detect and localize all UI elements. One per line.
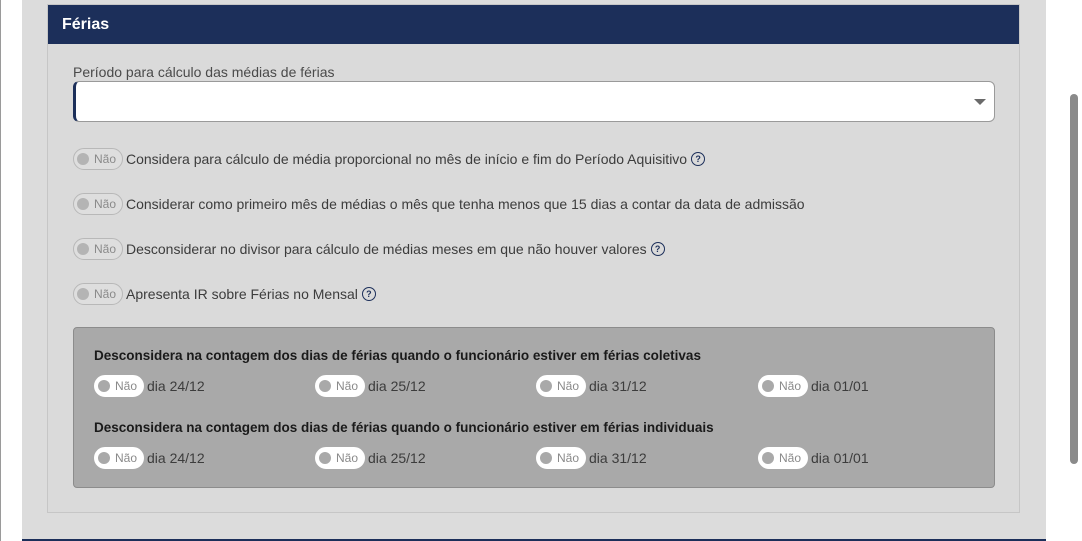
toggle-label: Não (336, 379, 359, 393)
individual-title: Desconsidera na contagem dos dias de fér… (94, 420, 714, 435)
collective-item-label: dia 31/12 (589, 378, 647, 394)
collective-toggle[interactable]: Não (315, 375, 365, 397)
option-text: Considera para cálculo de média proporci… (126, 151, 688, 167)
toggle-label: Não (94, 197, 117, 211)
toggle-label: Não (557, 451, 580, 465)
toggle-knob (77, 288, 89, 300)
collective-item: Não dia 24/12 (94, 375, 205, 397)
toggle-knob (762, 380, 774, 392)
period-field-label: Período para cálculo das médias de féria… (73, 64, 335, 80)
toggle-label: Não (779, 379, 802, 393)
option-toggle[interactable]: Não (73, 193, 123, 215)
option-toggle[interactable]: Não (73, 238, 123, 260)
toggle-knob (77, 153, 89, 165)
window-left-border (0, 0, 1, 541)
collective-item-label: dia 25/12 (368, 378, 426, 394)
option-row: Não Considerar como primeiro mês de médi… (73, 193, 805, 215)
help-icon[interactable]: ? (361, 287, 376, 301)
toggle-knob (98, 380, 110, 392)
individual-item-label: dia 24/12 (147, 450, 205, 466)
option-row: Não Apresenta IR sobre Férias no Mensal … (73, 283, 376, 305)
collective-item-label: dia 01/01 (811, 378, 869, 394)
help-icon[interactable]: ? (691, 152, 706, 166)
collective-toggle[interactable]: Não (536, 375, 586, 397)
toggle-knob (540, 380, 552, 392)
toggle-knob (319, 452, 331, 464)
individual-item-label: dia 01/01 (811, 450, 869, 466)
individual-toggle[interactable]: Não (758, 447, 808, 469)
collective-item: Não dia 25/12 (315, 375, 426, 397)
holiday-exclusion-panel: Desconsidera na contagem dos dias de fér… (73, 327, 995, 488)
collective-title: Desconsidera na contagem dos dias de fér… (94, 348, 701, 363)
toggle-knob (77, 198, 89, 210)
individual-toggle[interactable]: Não (315, 447, 365, 469)
collective-item-label: dia 24/12 (147, 378, 205, 394)
option-text: Desconsiderar no divisor para cálculo de… (126, 241, 647, 257)
toggle-label: Não (336, 451, 359, 465)
option-row: Não Desconsiderar no divisor para cálcul… (73, 238, 665, 260)
collective-item: Não dia 01/01 (758, 375, 869, 397)
individual-item-label: dia 31/12 (589, 450, 647, 466)
collective-toggle[interactable]: Não (758, 375, 808, 397)
toggle-label: Não (557, 379, 580, 393)
chevron-down-icon[interactable] (974, 99, 986, 105)
collective-item: Não dia 31/12 (536, 375, 647, 397)
toggle-label: Não (94, 242, 117, 256)
individual-item: Não dia 31/12 (536, 447, 647, 469)
period-select[interactable] (73, 81, 995, 122)
individual-item: Não dia 01/01 (758, 447, 869, 469)
toggle-label: Não (94, 152, 117, 166)
toggle-knob (319, 380, 331, 392)
collective-toggle[interactable]: Não (94, 375, 144, 397)
toggle-label: Não (779, 451, 802, 465)
option-row: Não Considera para cálculo de média prop… (73, 148, 706, 170)
individual-item: Não dia 25/12 (315, 447, 426, 469)
section-title: Férias (48, 5, 1019, 44)
individual-item-label: dia 25/12 (368, 450, 426, 466)
option-text: Apresenta IR sobre Férias no Mensal (126, 286, 358, 302)
option-toggle[interactable]: Não (73, 283, 123, 305)
ferias-card: Férias Período para cálculo das médias d… (47, 4, 1020, 513)
toggle-knob (77, 243, 89, 255)
individual-toggle[interactable]: Não (94, 447, 144, 469)
option-text: Considerar como primeiro mês de médias o… (126, 196, 805, 212)
toggle-knob (540, 452, 552, 464)
toggle-label: Não (115, 379, 138, 393)
individual-item: Não dia 24/12 (94, 447, 205, 469)
toggle-knob (762, 452, 774, 464)
scrollbar-thumb[interactable] (1070, 94, 1078, 464)
toggle-label: Não (94, 287, 117, 301)
individual-toggle[interactable]: Não (536, 447, 586, 469)
option-toggle[interactable]: Não (73, 148, 123, 170)
help-icon[interactable]: ? (650, 242, 665, 256)
toggle-knob (98, 452, 110, 464)
toggle-label: Não (115, 451, 138, 465)
